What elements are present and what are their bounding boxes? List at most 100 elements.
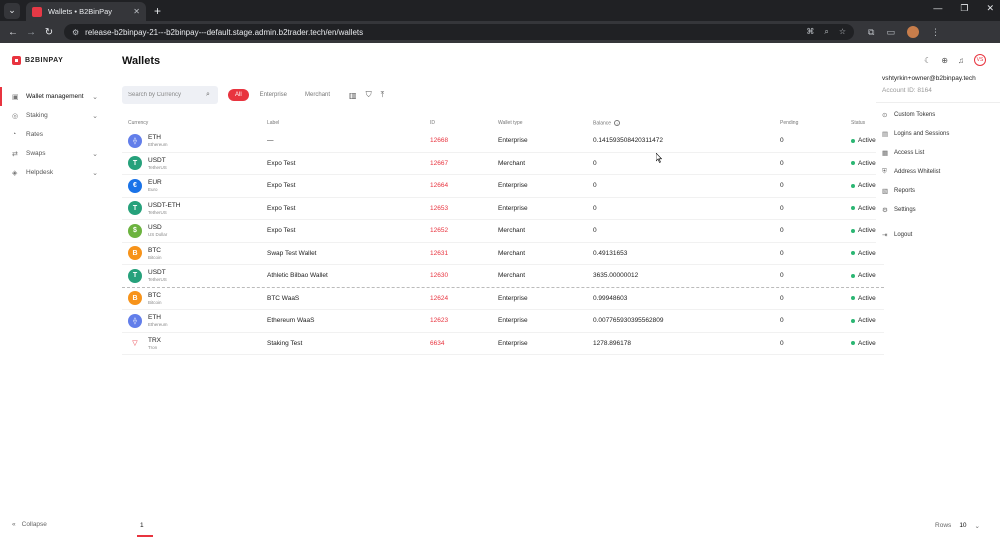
status-dot-icon [851,296,855,301]
rows-select[interactable]: 10 [959,522,966,530]
table-row[interactable]: $ USD US Dollar Expo Test 12652 Merchant 0 0 Act… [122,220,884,243]
logo-mark-icon [12,56,21,65]
menu-item-logins-sessions[interactable]: ▤ Logins and Sessions [876,124,1000,143]
translate-icon[interactable]: ⌘ [806,27,814,37]
language-globe-icon[interactable]: ⊕ [941,56,948,65]
status-dot-icon [851,273,855,278]
wallet-id-link[interactable]: 12664 [430,182,448,189]
user-menu-dropdown: vshtyrkin+owner@b2binpay.tech Account ID… [876,69,1000,249]
reload-icon[interactable]: ↻ [40,27,58,38]
browser-tab[interactable]: Wallets • B2BinPay ✕ [26,2,146,21]
table-row[interactable]: ⟠ ETH Ethereum Ethereum WaaS 12623 Enterprise… [122,310,884,333]
header-pending[interactable]: Pending [780,120,851,126]
table-row[interactable]: ⟠ ETH Ethereum — 12668 Enterprise 0.1415935084… [122,130,884,153]
menu-item-address-whitelist[interactable]: ⛨ Address Whitelist [876,162,1000,181]
header-wallet-type[interactable]: Wallet type [498,120,593,126]
sidebar-item-staking[interactable]: ◎ Staking ⌄ [0,106,110,125]
wallet-id-link[interactable]: 12630 [430,272,448,279]
table-row[interactable]: T USDT-ETH TetherUS Expo Test 12653 Enterpris… [122,198,884,220]
reports-icon: ▧ [882,187,889,195]
back-icon[interactable]: ← [4,27,22,38]
forward-icon[interactable]: → [22,27,40,38]
chrome-menu-icon[interactable]: ⋮ [931,27,940,38]
filter-chip-all[interactable]: All [228,89,249,101]
menu-item-custom-tokens[interactable]: ⊙ Custom Tokens [876,105,1000,124]
info-icon[interactable]: i [614,119,621,126]
export-upload-icon[interactable]: ⤒ [381,90,385,100]
search-icon[interactable]: ⌕ [206,91,210,99]
maximize-icon[interactable]: ❐ [960,3,968,14]
minimize-icon[interactable]: — [933,3,942,14]
table-row[interactable]: T USDT TetherUS Athletic Bilbao Wallet 12630… [122,265,884,288]
new-tab-icon[interactable]: + [154,4,161,18]
user-email: vshtyrkin+owner@b2binpay.tech [882,75,976,82]
sidebar-item-swaps[interactable]: ⇄ Swaps ⌄ [0,144,110,163]
columns-icon[interactable]: ▥ [349,91,357,100]
cell-pending: 0 [780,182,784,190]
menu-item-logout[interactable]: ⇥ Logout [876,225,1000,244]
menu-item-access-list[interactable]: ▦ Access List [876,143,1000,162]
site-info-icon[interactable]: ⚙ [72,28,79,37]
status-dot-icon [851,251,855,256]
wallet-id-link[interactable]: 12667 [430,160,448,167]
cell-label: BTC WaaS [267,294,300,302]
header-label[interactable]: Label [267,120,430,126]
sidebar-icon[interactable]: ▭ [886,27,895,38]
cell-pending: 0 [780,294,784,302]
wallet-id-link[interactable]: 12624 [430,295,448,302]
logo[interactable]: B2BINPAY [12,56,63,65]
notifications-bell-icon[interactable]: ♫ [958,56,964,65]
filter-chip-merchant[interactable]: Merchant [298,89,337,101]
currency-symbol: ETH [148,314,161,322]
wallet-id-link[interactable]: 12668 [430,137,448,144]
tab-search-icon[interactable]: ⌄ [4,2,20,19]
cell-label: Expo Test [267,227,296,235]
bookmark-star-icon[interactable]: ☆ [839,27,846,37]
sidebar-item-wallet-management[interactable]: ▣ Wallet management ⌄ [0,87,110,106]
cell-wallet-type: Enterprise [498,339,528,347]
search-box[interactable]: ⌕ [122,86,218,104]
browser-tabstrip: ⌄ Wallets • B2BinPay ✕ + — ❐ ✕ [0,0,1000,21]
avatar[interactable]: VS [974,54,986,66]
cell-balance: 0 [593,182,597,190]
chevron-down-icon[interactable]: ⌄ [975,522,980,530]
profile-icon[interactable] [906,26,919,38]
cell-pending: 0 [780,159,784,167]
cell-currency: T USDT TetherUS [122,156,267,171]
theme-moon-icon[interactable]: ☾ [924,56,931,65]
sidebar-item-rates[interactable]: ◔ Rates [0,125,110,144]
wallet-id-link[interactable]: 6634 [430,340,444,347]
header-currency[interactable]: Currency [122,120,267,126]
page-number-current[interactable]: 1 [140,522,144,529]
cell-label: — [267,137,274,145]
filter-icon[interactable]: ⛉ [366,90,372,100]
table-row[interactable]: B BTC Bitcoin Swap Test Wallet 12631 Merchant… [122,243,884,265]
wallet-id-link[interactable]: 12653 [430,205,448,212]
tab-close-icon[interactable]: ✕ [133,7,140,16]
menu-item-settings[interactable]: ⚙ Settings [876,200,1000,219]
collapse-button[interactable]: « Collapse [12,521,47,528]
wallet-id-link[interactable]: 12631 [430,250,448,257]
sidebar-item-helpdesk[interactable]: ◈ Helpdesk ⌄ [0,163,110,182]
table-row[interactable]: € EUR Euro Expo Test 12664 Enterprise 0 0 Active [122,175,884,198]
close-window-icon[interactable]: ✕ [986,3,994,14]
wallet-id-link[interactable]: 12652 [430,227,448,234]
menu-item-reports[interactable]: ▧ Reports [876,181,1000,200]
url-text[interactable]: release-b2binpay-21---b2binpay---default… [85,28,806,37]
table-row[interactable]: T USDT TetherUS Expo Test 12667 Merchant 0 0 Act… [122,153,884,175]
filter-chip-enterprise[interactable]: Enterprise [253,89,294,101]
zoom-icon[interactable]: ⌕ [824,27,828,37]
extensions-icon[interactable]: ⧉ [868,27,874,38]
header-id[interactable]: ID [430,120,498,126]
header-balance[interactable]: Balance i [593,119,780,127]
wallet-id-link[interactable]: 12623 [430,317,448,324]
search-input[interactable] [128,92,206,98]
table-row[interactable]: ▽ TRX Tron Staking Test 6634 Enterprise 1278.8… [122,333,884,355]
table-row[interactable]: B BTC Bitcoin BTC WaaS 12624 Enterprise 0.9994… [122,288,884,310]
address-bar[interactable]: ⚙ release-b2binpay-21---b2binpay---defau… [64,24,854,40]
header-balance-label: Balance [593,120,612,127]
sidebar-item-label: Rates [26,131,43,138]
sidebar-item-label: Swaps [26,150,46,157]
header-actions: ☾ ⊕ ♫ VS [924,54,986,66]
status-dot-icon [851,161,855,166]
